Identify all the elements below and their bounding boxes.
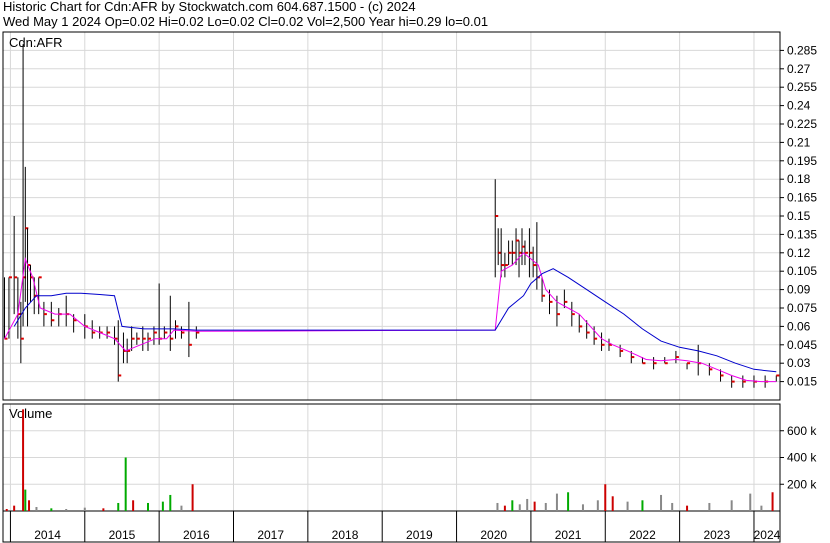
close-tick (136, 337, 140, 340)
close-tick (175, 325, 179, 328)
close-tick (188, 343, 192, 346)
close-tick (687, 362, 691, 365)
grid-lines (3, 32, 780, 511)
price-tick-label: 0.075 (787, 301, 817, 315)
year-label: 2014 (34, 528, 61, 542)
price-tick-label: 0.135 (787, 227, 817, 241)
close-tick (776, 374, 780, 377)
close-tick (504, 264, 508, 267)
year-label: 2019 (406, 528, 433, 542)
year-label: 2016 (183, 528, 210, 542)
price-tick-label: 0.255 (787, 80, 817, 94)
price-tick-label: 0.165 (787, 191, 817, 205)
price-tick-label: 0.285 (787, 43, 817, 57)
close-tick (653, 362, 657, 365)
close-tick (564, 300, 568, 303)
close-tick (594, 337, 598, 340)
close-tick (524, 251, 528, 254)
close-tick (556, 313, 560, 316)
close-tick (153, 331, 157, 334)
close-tick (170, 337, 174, 340)
close-tick (642, 362, 646, 365)
price-tick-label: 0.105 (787, 264, 817, 278)
year-label: 2015 (109, 528, 136, 542)
close-tick (142, 337, 146, 340)
close-tick (164, 331, 168, 334)
price-tick-label: 0.12 (787, 246, 811, 260)
close-tick (731, 380, 735, 383)
price-tick-label: 0.18 (787, 172, 811, 186)
close-tick (542, 294, 546, 297)
year-label: 2024 (754, 528, 781, 542)
price-tick-label: 0.03 (787, 356, 811, 370)
close-tick (742, 380, 746, 383)
close-tick (147, 337, 151, 340)
price-tick-label: 0.24 (787, 99, 811, 113)
close-tick (20, 337, 24, 340)
volume-tick-label: 200 k (787, 477, 817, 491)
close-tick (92, 331, 96, 334)
close-tick (508, 251, 512, 254)
close-tick (579, 325, 583, 328)
close-tick (631, 356, 635, 359)
year-label: 2020 (480, 528, 507, 542)
ma-long-line (13, 268, 777, 373)
volume-tick-label: 600 k (787, 424, 817, 438)
price-tick-label: 0.15 (787, 209, 811, 223)
close-tick (533, 264, 537, 267)
close-tick (181, 331, 185, 334)
volume-bars (5, 409, 774, 511)
price-tick-label: 0.225 (787, 117, 817, 131)
close-tick (118, 374, 122, 377)
close-tick (14, 276, 18, 279)
year-axis: 2014 2015 2016 2017 2018 2019 2020 2021 2022 2023… (9, 511, 781, 542)
close-tick (601, 343, 605, 346)
year-label: 2017 (257, 528, 284, 542)
close-tick (51, 319, 55, 322)
price-tick-label: 0.045 (787, 338, 817, 352)
price-tick-label: 0.195 (787, 154, 817, 168)
close-tick (549, 300, 553, 303)
price-tick-label: 0.09 (787, 283, 811, 297)
close-tick (501, 264, 505, 267)
symbol-label: Cdn:AFR (9, 35, 62, 50)
close-tick (586, 331, 590, 334)
volume-axis: 200 k 400 k 600 k (780, 424, 817, 491)
price-axis: 0.015 0.03 0.045 0.06 0.075 0.09 0.105 0.12 0.13… (780, 43, 817, 389)
volume-tick-label: 400 k (787, 451, 817, 465)
close-tick (620, 349, 624, 352)
close-tick (38, 276, 42, 279)
volume-label: Volume (9, 406, 52, 421)
moving-averages (4, 252, 777, 383)
close-tick (720, 374, 724, 377)
close-tick (495, 215, 499, 217)
close-tick (675, 356, 679, 359)
close-tick (196, 331, 200, 334)
close-tick (43, 313, 47, 316)
price-tick-label: 0.06 (787, 319, 811, 333)
year-label: 2018 (332, 528, 359, 542)
close-tick (529, 251, 533, 254)
price-tick-label: 0.27 (787, 62, 811, 76)
price-tick-label: 0.21 (787, 135, 811, 149)
price-tick-label: 0.015 (787, 375, 817, 389)
close-tick (512, 251, 516, 254)
price-volume-chart: Cdn:AFR Volume 0.0150.030.0450.060.0750.… (2, 31, 817, 543)
ma-short-line (4, 252, 777, 383)
close-tick (107, 331, 111, 334)
year-label: 2021 (555, 528, 582, 542)
year-label: 2023 (703, 528, 730, 542)
year-label: 2022 (629, 528, 656, 542)
close-tick (8, 276, 12, 279)
close-tick (664, 362, 668, 365)
close-tick (709, 368, 713, 371)
close-tick (131, 337, 135, 340)
close-tick (571, 313, 575, 316)
